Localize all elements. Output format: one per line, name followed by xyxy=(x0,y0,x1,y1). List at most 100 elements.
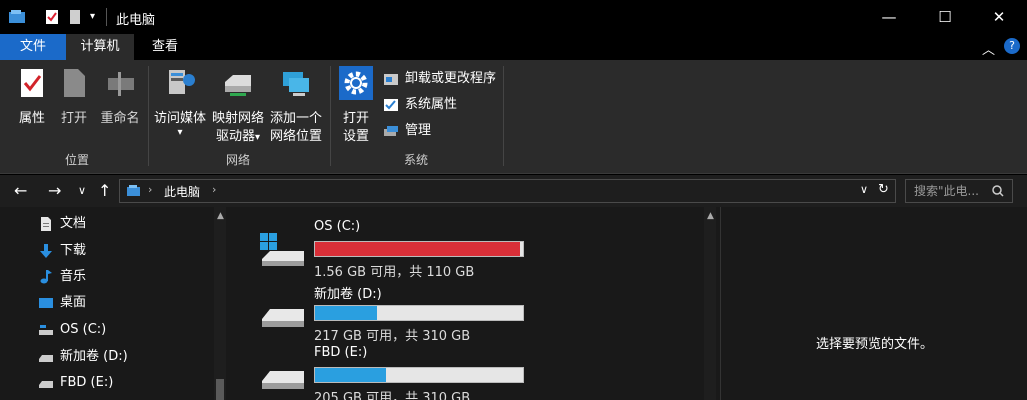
drive-space-info: 217 GB 可用，共 310 GB xyxy=(314,329,471,344)
breadcrumb-this-pc[interactable]: 此电脑 xyxy=(164,183,200,200)
nav-scroll-thumb[interactable] xyxy=(216,379,224,400)
uninstall-icon xyxy=(384,74,398,85)
forward-button[interactable]: → xyxy=(48,181,61,201)
map-drive-dropdown-icon: ▾ xyxy=(254,132,261,143)
drive-usage-fill xyxy=(315,242,521,256)
properties-button[interactable]: 属性 xyxy=(12,66,52,128)
drive-tile-c[interactable]: OS (C:) 1.56 GB 可用，共 110 GB xyxy=(258,219,524,280)
breadcrumb-chevron-icon[interactable]: › xyxy=(212,183,216,196)
add-location-label-1: 添加一个 xyxy=(269,111,322,126)
tab-file[interactable]: 文件 xyxy=(0,34,66,60)
content-scrollbar[interactable]: ▲ xyxy=(704,207,716,400)
drive-icon xyxy=(262,371,304,389)
refresh-icon[interactable]: ↻ xyxy=(878,182,889,197)
nav-item-downloads[interactable]: 下载 xyxy=(38,239,86,263)
drive-usage-bar xyxy=(314,367,524,383)
drive-usage-bar xyxy=(314,305,524,321)
scroll-up-icon[interactable]: ▲ xyxy=(217,211,224,221)
map-network-drive-button[interactable]: 映射网络 驱动器▾ xyxy=(210,66,266,147)
rename-button[interactable]: 重命名 xyxy=(96,66,144,128)
nav-item-desktop[interactable]: 桌面 xyxy=(38,291,86,315)
system-properties-button[interactable]: 系统属性 xyxy=(383,95,457,115)
nav-item-label: 音乐 xyxy=(60,269,87,284)
group-network-label: 网络 xyxy=(225,153,250,167)
ribbon-separator xyxy=(148,66,149,166)
minimize-icon: — xyxy=(881,8,897,26)
manage-label: 管理 xyxy=(405,123,432,138)
desktop-icon xyxy=(39,298,53,308)
manage-button[interactable]: 管理 xyxy=(383,121,431,141)
ribbon-tabs: 文件 计算机 查看 ︿ ? xyxy=(0,34,1027,60)
network-location-icon xyxy=(283,72,309,96)
manage-icon xyxy=(384,126,398,136)
group-system-label: 系统 xyxy=(403,153,428,167)
this-pc-icon xyxy=(127,185,140,196)
close-button[interactable]: ✕ xyxy=(976,6,1022,28)
nav-item-label: 文档 xyxy=(60,216,87,231)
windows-drive-icon xyxy=(260,233,304,266)
nav-item-label: 下载 xyxy=(60,243,87,258)
minimize-button[interactable]: — xyxy=(866,6,912,28)
nav-item-label: 桌面 xyxy=(60,295,87,310)
nav-item-documents[interactable]: 文档 xyxy=(38,212,86,236)
help-icon[interactable]: ? xyxy=(1004,38,1020,54)
tab-computer[interactable]: 计算机 xyxy=(66,34,134,60)
breadcrumb-separator-icon: › xyxy=(148,183,153,196)
rename-icon xyxy=(108,72,134,96)
map-drive-label-1: 映射网络 xyxy=(211,111,264,126)
uninstall-label: 卸载或更改程序 xyxy=(405,71,497,86)
navigation-pane: 文档 下载 音乐 桌面 OS (C:) 新加卷 (D:) FBD (E:) ▲ xyxy=(0,207,234,400)
nav-item-drive-e[interactable]: FBD (E:) xyxy=(38,371,113,395)
map-drive-icon xyxy=(225,75,251,96)
open-settings-button[interactable]: 打开 设置 xyxy=(336,66,376,146)
add-network-location-button[interactable]: 添加一个 网络位置 xyxy=(268,66,324,146)
content-area: OS (C:) 1.56 GB 可用，共 110 GB 新加卷 (D:) 217… xyxy=(234,207,720,400)
tab-view[interactable]: 查看 xyxy=(134,34,196,60)
drive-icon xyxy=(39,381,53,388)
settings-gear-icon xyxy=(339,66,373,100)
back-button[interactable]: ← xyxy=(14,181,27,201)
nav-item-music[interactable]: 音乐 xyxy=(38,265,86,289)
nav-item-drive-c[interactable]: OS (C:) xyxy=(38,318,106,342)
drive-tile-e[interactable]: FBD (E:) 205 GB 可用，共 310 GB xyxy=(258,345,524,400)
ribbon-separator xyxy=(330,66,331,166)
address-bar-row: ← → ∨ ↑ › 此电脑 › ∨ ↻ 搜索"此电... xyxy=(0,175,1027,207)
access-media-label: 访问媒体 xyxy=(153,111,206,126)
nav-item-drive-d[interactable]: 新加卷 (D:) xyxy=(38,345,128,369)
system-properties-icon xyxy=(384,99,398,111)
access-media-button[interactable]: 访问媒体 ▾ xyxy=(152,66,208,138)
access-media-dropdown-icon: ▾ xyxy=(177,127,183,138)
drive-tile-d[interactable]: 新加卷 (D:) 217 GB 可用，共 310 GB xyxy=(258,283,524,344)
open-button[interactable]: 打开 xyxy=(56,66,92,128)
customize-toolbar-icon[interactable]: ▾ xyxy=(90,8,95,26)
address-field[interactable]: › 此电脑 › ∨ ↻ xyxy=(119,179,896,203)
recent-locations-button[interactable]: ∨ xyxy=(78,181,86,201)
drive-icon xyxy=(39,325,53,335)
drive-space-info: 205 GB 可用，共 310 GB xyxy=(314,391,471,400)
window-title: 此电脑 xyxy=(116,13,156,28)
search-input[interactable]: 搜索"此电... xyxy=(905,179,1013,203)
nav-scrollbar[interactable]: ▲ xyxy=(214,207,226,400)
scroll-up-icon[interactable]: ▲ xyxy=(707,211,714,221)
nav-item-label: FBD (E:) xyxy=(60,375,114,390)
search-icon xyxy=(992,185,1004,197)
new-folder-quick-icon[interactable] xyxy=(68,8,82,26)
title-divider xyxy=(106,8,107,26)
title-bar: ▾ 此电脑 — ☐ ✕ xyxy=(0,0,1027,34)
close-icon: ✕ xyxy=(992,8,1006,26)
properties-label: 属性 xyxy=(18,111,45,126)
uninstall-program-button[interactable]: 卸载或更改程序 xyxy=(383,69,496,89)
rename-label: 重命名 xyxy=(100,111,140,126)
open-file-icon xyxy=(64,69,85,97)
system-properties-label: 系统属性 xyxy=(405,97,458,112)
document-icon xyxy=(41,217,51,231)
address-dropdown-icon[interactable]: ∨ xyxy=(860,183,868,196)
maximize-button[interactable]: ☐ xyxy=(922,6,968,28)
up-button[interactable]: ↑ xyxy=(98,181,111,201)
collapse-ribbon-icon[interactable]: ︿ xyxy=(982,39,995,58)
explorer-icon[interactable] xyxy=(8,8,28,26)
properties-quick-icon[interactable] xyxy=(44,8,60,26)
drive-usage-fill xyxy=(315,368,386,382)
drive-name: OS (C:) xyxy=(314,219,361,234)
drive-name: 新加卷 (D:) xyxy=(314,287,382,302)
